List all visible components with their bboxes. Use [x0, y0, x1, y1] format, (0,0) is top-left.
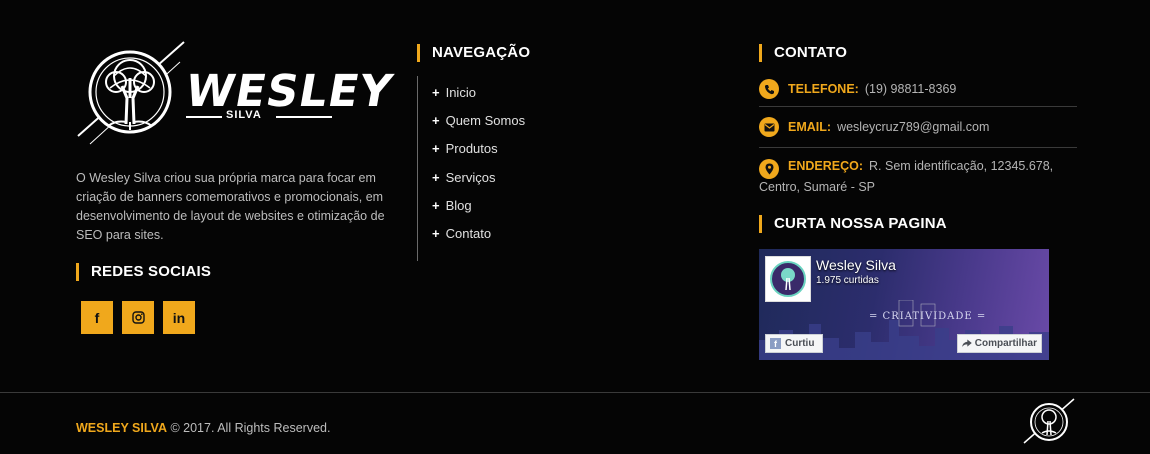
phone-icon — [759, 79, 779, 99]
facebook-icon: f — [94, 309, 100, 326]
logo-divider-right — [276, 116, 332, 118]
nav-item-quem-somos[interactable]: + Quem Somos — [432, 113, 697, 141]
nav-item-label: Inicio — [445, 85, 476, 100]
logo-subtitle: SILVA — [226, 109, 262, 121]
logo-divider-left — [186, 116, 222, 118]
phone-value[interactable]: (19) 98811-8369 — [865, 82, 957, 96]
social-links: f in — [76, 301, 391, 334]
instagram-icon — [131, 311, 145, 324]
about-text: O Wesley Silva criou sua própria marca p… — [76, 171, 385, 242]
copyright-rights: © 2017. All Rights Reserved. — [167, 421, 331, 435]
nav-item-label: Blog — [445, 197, 472, 213]
copyright-text: WESLEY SILVA © 2017. All Rights Reserved… — [76, 421, 330, 435]
nav-list: + Inicio + Quem Somos + Produtos + Serviços … — [417, 76, 697, 262]
site-logo[interactable]: WESLEY SILVA — [76, 36, 397, 146]
nav-item-label: Quem Somos — [445, 113, 526, 129]
share-arrow-icon — [962, 339, 972, 348]
facebook-like-button[interactable]: f Curtiu — [765, 334, 823, 353]
map-pin-icon — [759, 159, 779, 179]
facebook-icon: f — [770, 338, 781, 349]
plus-icon: + — [432, 85, 440, 100]
nav-item-label: Produtos — [445, 141, 498, 157]
nav-item-contato[interactable]: + Contato — [432, 226, 697, 254]
share-button-label: Compartilhar — [974, 338, 1037, 349]
email-value[interactable]: wesleycruz789@gmail.com — [837, 120, 989, 134]
navigation-column: NAVEGAÇÃO + Inicio + Quem Somos + Produtos … — [417, 44, 697, 262]
linkedin-button[interactable]: in — [163, 301, 195, 334]
contact-column: CONTATO TELEFONE: (19) 98811-8369 EMAIL:… — [759, 44, 1077, 360]
navigation-heading: NAVEGAÇÃO — [417, 44, 697, 62]
page-thumbnail[interactable] — [765, 256, 811, 302]
facebook-page-name[interactable]: Wesley Silva — [816, 257, 896, 273]
nav-item-servicos[interactable]: + Serviços — [432, 170, 697, 198]
contact-heading: CONTATO — [759, 44, 1077, 62]
like-button-label: Curtiu — [785, 338, 815, 349]
nav-item-label: Contato — [445, 225, 492, 241]
facebook-likes-count: 1.975 curtidas — [816, 275, 879, 286]
nav-item-inicio[interactable]: + Inicio — [432, 85, 697, 113]
email-label: EMAIL: — [788, 120, 832, 134]
instagram-button[interactable] — [122, 301, 154, 334]
footer-top: WESLEY SILVA O Wesley Silva criou sua pr… — [0, 0, 1150, 392]
tree-emblem-icon — [770, 261, 806, 297]
logo-wordmark: WESLEY — [181, 66, 397, 117]
contact-phone: TELEFONE: (19) 98811-8369 — [759, 79, 1077, 107]
tree-emblem-icon — [77, 41, 185, 145]
linkedin-icon: in — [172, 309, 186, 326]
facebook-heading: CURTA NOSSA PAGINA — [759, 215, 1077, 233]
plus-icon: + — [432, 169, 440, 185]
plus-icon: + — [432, 141, 440, 157]
address-label: ENDEREÇO: — [788, 159, 864, 173]
nav-item-label: Serviços — [445, 169, 496, 185]
cover-text: = CRIATIVIDADE = — [869, 311, 987, 322]
brand-column: WESLEY SILVA O Wesley Silva criou sua pr… — [76, 36, 397, 334]
plus-icon: + — [432, 197, 440, 213]
facebook-button[interactable]: f — [81, 301, 113, 334]
contact-email: EMAIL: wesleycruz789@gmail.com — [759, 117, 1077, 148]
plus-icon: + — [432, 113, 440, 129]
footer-tree-emblem-icon[interactable] — [1022, 397, 1076, 445]
nav-item-produtos[interactable]: + Produtos — [432, 141, 697, 169]
footer-bottom: WESLEY SILVA © 2017. All Rights Reserved… — [0, 392, 1150, 454]
plus-icon: + — [432, 225, 440, 241]
nav-item-blog[interactable]: + Blog — [432, 198, 697, 226]
facebook-share-button[interactable]: Compartilhar — [957, 334, 1042, 353]
social-heading: REDES SOCIAIS — [76, 263, 391, 281]
email-icon — [759, 117, 779, 137]
copyright-brand: WESLEY SILVA — [76, 421, 167, 435]
facebook-page-widget[interactable]: Wesley Silva 1.975 curtidas = CRIATIVIDA… — [759, 249, 1049, 360]
contact-address: ENDEREÇO: R. Sem identificação, 12345.678… — [759, 158, 1077, 196]
phone-label: TELEFONE: — [788, 82, 859, 96]
